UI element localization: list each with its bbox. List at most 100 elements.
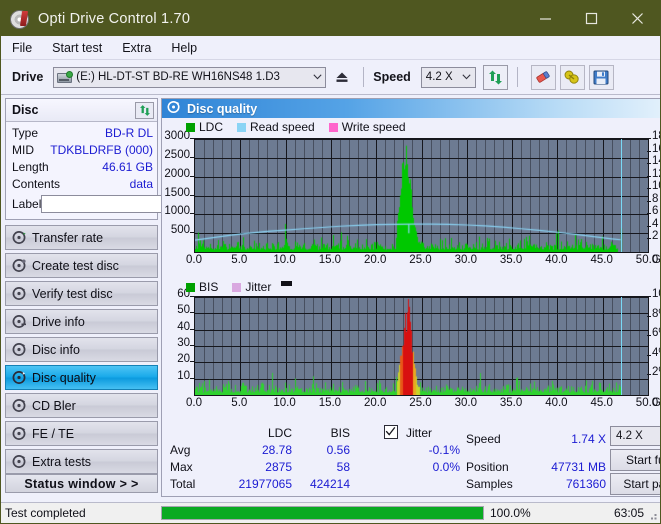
sidebar-item-cd-bler[interactable]: CD Bler xyxy=(5,393,158,418)
eject-button[interactable] xyxy=(330,65,355,89)
maximize-icon[interactable] xyxy=(568,1,614,36)
plug-icon xyxy=(564,70,579,84)
stat-col-keys2: Speed Position Samples xyxy=(464,424,532,491)
disc-fete-icon xyxy=(6,426,32,441)
eject-icon xyxy=(336,72,348,82)
position-value: 47731 MB xyxy=(551,460,606,474)
y-axis-tickmark xyxy=(190,312,194,314)
disc-quality-panel: Disc quality LDC Read speed Write speed xyxy=(161,98,660,497)
sidebar-item-create-test-disc[interactable]: Create test disc xyxy=(5,253,158,278)
disc-row-length-value: 46.61 GB xyxy=(102,159,153,174)
x-axis-tick: 30.0 xyxy=(454,254,477,266)
start-part-button[interactable]: Start part xyxy=(610,473,660,495)
save-button[interactable] xyxy=(588,64,614,90)
disc-row-mid-key: MID xyxy=(12,142,34,157)
sidebar-item-transfer-rate[interactable]: Transfer rate xyxy=(5,225,158,250)
stat-max-bis: 58 xyxy=(336,460,350,474)
speed-select[interactable]: 4.2 X xyxy=(420,66,476,88)
title-bar: Opti Drive Control 1.70 xyxy=(1,1,660,36)
stat-label-total: Total xyxy=(170,477,196,491)
y-axis-tick: 2500 xyxy=(164,148,190,161)
y2-axis-tick: 18 X xyxy=(652,130,660,142)
stat-col-vals2: 1.74 X 47731 MB 761360 xyxy=(532,424,610,491)
chevron-down-icon xyxy=(309,74,325,80)
x-axis-tick: 0.0 xyxy=(186,397,202,409)
progress-bar xyxy=(161,506,484,520)
refresh-icon xyxy=(488,70,502,84)
y2-axis-tickmark xyxy=(647,200,651,202)
status-window-button[interactable]: Status window > > xyxy=(5,474,158,493)
refresh-button[interactable] xyxy=(482,64,508,90)
sidebar-item-verify-test-disc[interactable]: Verify test disc xyxy=(5,281,158,306)
minimize-icon[interactable] xyxy=(522,1,568,36)
disc-row-contents-key: Contents xyxy=(12,176,61,191)
panel-title: Disc quality xyxy=(187,101,258,116)
y2-axis-tickmark xyxy=(647,238,651,240)
application-window: Opti Drive Control 1.70 File Start test … xyxy=(0,0,661,524)
y-axis-tickmark xyxy=(190,213,194,215)
y-axis-tickmark xyxy=(190,345,194,346)
y2-axis-tickmark xyxy=(647,188,651,190)
disc-refresh-button[interactable] xyxy=(135,101,154,119)
disc-label-key: Label xyxy=(12,197,42,211)
x-axis-tick: 45.0 xyxy=(590,397,613,409)
stat-col-jitter: Jitter -0.1% 0.0% xyxy=(350,424,464,488)
menu-item-extra[interactable]: Extra xyxy=(122,39,161,57)
sidebar-item-disc-info[interactable]: Disc info xyxy=(5,337,158,362)
sidebar-item-extra-tests[interactable]: Extra tests xyxy=(5,449,158,474)
disc-info-icon xyxy=(6,342,32,357)
disc-row-type: Type BD-R DL xyxy=(12,124,153,141)
legend-label-ldc: LDC xyxy=(199,120,224,134)
sidebar-item-fe-te[interactable]: FE / TE xyxy=(5,421,158,446)
y2-axis-tick: 12 X xyxy=(652,167,660,180)
menu-item-start-test[interactable]: Start test xyxy=(52,39,112,57)
plug-button[interactable] xyxy=(559,64,585,90)
x-axis-tick: 20.0 xyxy=(363,254,387,266)
jitter-label: Jitter xyxy=(406,426,433,440)
erase-button[interactable] xyxy=(530,64,556,90)
y2-axis-tickmark xyxy=(647,175,651,177)
test-speed-select[interactable]: 4.2 X xyxy=(610,426,660,446)
y-axis-tick: 30 xyxy=(177,337,190,349)
start-full-button[interactable]: Start full xyxy=(610,449,660,471)
menu-item-file[interactable]: File xyxy=(12,39,42,57)
y2-axis-tickmark xyxy=(647,225,651,227)
stat-header-bis: BIS xyxy=(330,426,350,440)
menu-item-help[interactable]: Help xyxy=(171,39,207,57)
legend-swatch-write-speed xyxy=(328,122,338,132)
y-axis-tick: 500 xyxy=(170,224,190,237)
disc-info-rows: Type BD-R DL MID TDKBLDRFB (000) Length … xyxy=(6,122,244,219)
disc-row-mid-value: TDKBLDRFB (000) xyxy=(50,142,153,157)
plot-bottom-canvas xyxy=(195,297,648,395)
y-axis-tick: 1500 xyxy=(164,186,190,199)
save-icon xyxy=(593,70,609,84)
toolbar-divider-1 xyxy=(363,67,365,87)
legend-swatch-jitter xyxy=(232,282,242,292)
y2-axis-tickmark xyxy=(647,163,651,165)
stat-col-ldc: LDC 28.78 2875 21977065 xyxy=(214,424,292,491)
stat-max-jitter: 0.0% xyxy=(432,460,460,474)
x-axis-tick: 35.0 xyxy=(499,254,523,266)
disc-quality-icon xyxy=(167,100,181,117)
legend-swatch-read-speed xyxy=(237,122,247,132)
x-axis-tick: 0.0 xyxy=(186,254,202,266)
stat-avg-ldc: 28.78 xyxy=(261,443,292,457)
samples-label: Samples xyxy=(466,477,513,491)
y-axis-tick: 50 xyxy=(177,304,190,317)
x-axis-tick: 25.0 xyxy=(409,254,432,266)
end-of-data-marker xyxy=(620,139,622,252)
stat-label-avg: Avg xyxy=(170,443,191,457)
bis-chart-legend: BIS Jitter xyxy=(186,280,293,294)
y-axis-tickmark xyxy=(190,194,194,196)
resize-grip-icon[interactable] xyxy=(646,509,658,521)
drive-select[interactable]: (E:) HL-DT-ST BD-RE WH16NS48 1.D3 xyxy=(53,66,327,88)
y-axis-tickmark xyxy=(190,328,194,330)
sidebar-item-drive-info[interactable]: Drive info xyxy=(5,309,158,334)
sidebar-item-disc-quality[interactable]: Disc quality xyxy=(5,365,158,390)
y2-axis-tick: 10 X xyxy=(652,180,660,193)
legend-swatch-bis xyxy=(186,282,195,292)
x-axis-tick: 10.0 xyxy=(273,254,296,266)
jitter-checkbox[interactable] xyxy=(384,425,398,439)
close-icon[interactable] xyxy=(614,1,660,36)
y2-axis-tickmark xyxy=(647,354,651,356)
